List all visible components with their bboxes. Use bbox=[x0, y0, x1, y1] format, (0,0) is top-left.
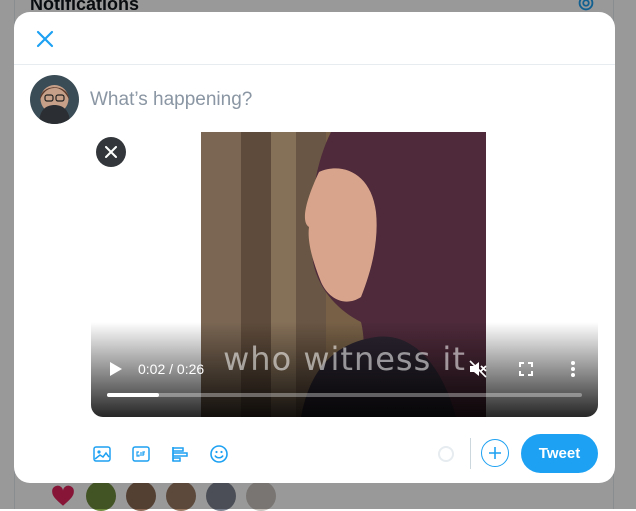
video-progress-bar[interactable] bbox=[107, 393, 582, 397]
muted-icon[interactable] bbox=[469, 360, 487, 378]
avatar[interactable] bbox=[30, 75, 79, 124]
close-icon bbox=[36, 30, 54, 48]
compose-tweet-input[interactable] bbox=[90, 88, 590, 112]
play-icon[interactable] bbox=[109, 361, 123, 377]
poll-icon bbox=[172, 447, 188, 462]
video-progress-fill bbox=[107, 393, 160, 397]
add-emoji-button[interactable] bbox=[207, 442, 231, 466]
video-attachment[interactable]: who witness it 0:02 / 0:26 bbox=[91, 132, 598, 417]
plus-icon bbox=[489, 447, 501, 459]
tweet-button[interactable]: Tweet bbox=[521, 434, 598, 473]
gif-icon bbox=[132, 446, 150, 462]
more-vertical-icon[interactable] bbox=[570, 361, 576, 377]
add-image-button[interactable] bbox=[90, 442, 114, 466]
remove-media-button[interactable] bbox=[96, 137, 126, 167]
divider bbox=[470, 438, 471, 469]
character-counter bbox=[438, 446, 454, 462]
add-poll-button[interactable] bbox=[168, 442, 192, 466]
fullscreen-icon[interactable] bbox=[519, 362, 533, 376]
modal-header bbox=[14, 12, 615, 65]
compose-tweet-modal: who witness it 0:02 / 0:26 bbox=[14, 12, 615, 483]
image-icon bbox=[93, 446, 111, 462]
video-time: 0:02 / 0:26 bbox=[138, 361, 205, 377]
close-icon bbox=[105, 146, 117, 158]
compose-toolbar bbox=[90, 442, 231, 466]
emoji-icon bbox=[210, 445, 228, 463]
close-button[interactable] bbox=[32, 26, 58, 52]
add-thread-button[interactable] bbox=[481, 439, 509, 467]
add-gif-button[interactable] bbox=[129, 442, 153, 466]
